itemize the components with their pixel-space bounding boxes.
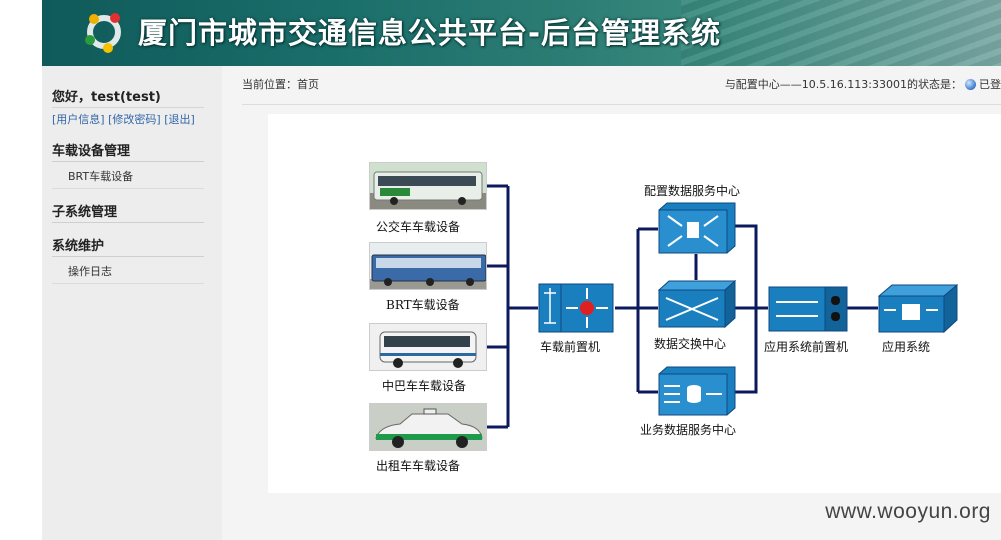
app-front-processor-label: 应用系统前置机	[764, 340, 849, 354]
user-info-link[interactable]: [用户信息]	[52, 113, 105, 126]
sidebar-section-vehicle-devices[interactable]: 车载设备管理	[52, 140, 204, 162]
sidebar: 您好，test(test) [用户信息] [修改密码] [退出] 车载设备管理 …	[42, 66, 222, 540]
status-dot-icon	[965, 79, 976, 90]
bus-device-label: 公交车车载设备	[376, 220, 461, 234]
sidebar-section-maintenance[interactable]: 系统维护	[52, 235, 204, 257]
connection-status: 与配置中心——10.5.16.113:33001的状态是： 已登	[725, 76, 1001, 92]
vehicle-front-processor-icon	[538, 283, 614, 333]
watermark: www.wooyun.org	[825, 500, 991, 523]
sidebar-item-operation-log[interactable]: 操作日志	[52, 257, 204, 284]
left-margin	[0, 0, 42, 540]
taxi-image	[369, 403, 487, 451]
data-exchange-center-icon	[658, 280, 736, 328]
vehicle-front-processor-label: 车载前置机	[540, 340, 601, 354]
config-center-label: 配置数据服务中心	[644, 184, 741, 198]
business-data-center-icon	[658, 366, 736, 416]
minibus-image	[369, 323, 487, 371]
app-title: 厦门市城市交通信息公共平台-后台管理系统	[138, 16, 722, 50]
taxi-device-label: 出租车车载设备	[376, 459, 461, 473]
app-front-processor-icon	[768, 286, 848, 332]
greeting: 您好，test(test)	[52, 86, 204, 108]
business-data-center-label: 业务数据服务中心	[640, 423, 737, 437]
user-links: [用户信息] [修改密码] [退出]	[52, 111, 204, 127]
banner-road-image	[681, 0, 1001, 66]
brt-device-label: BRT车载设备	[386, 298, 460, 312]
main-area: 当前位置：首页 与配置中心——10.5.16.113:33001的状态是： 已登	[222, 66, 1001, 540]
config-data-center-icon	[658, 202, 736, 254]
app-system-icon	[878, 284, 958, 334]
app-system-label: 应用系统	[882, 340, 931, 354]
logout-link[interactable]: [退出]	[164, 113, 195, 126]
minibus-device-label: 中巴车车载设备	[382, 379, 467, 393]
brt-image	[369, 242, 487, 290]
breadcrumb: 当前位置：首页	[242, 78, 319, 91]
data-exchange-center-label: 数据交换中心	[654, 337, 727, 351]
sidebar-item-brt-devices[interactable]: BRT车载设备	[52, 162, 204, 189]
status-text: 与配置中心——10.5.16.113:33001的状态是：	[724, 78, 962, 91]
status-value: 已登	[979, 78, 1001, 91]
bus-image	[369, 162, 487, 210]
divider	[242, 104, 1001, 105]
header-banner: 厦门市城市交通信息公共平台-后台管理系统	[42, 0, 1001, 66]
sidebar-section-subsystems[interactable]: 子系统管理	[52, 201, 204, 223]
logo-icon	[85, 13, 121, 53]
architecture-diagram: 公交车车载设备 BRT车载设备 中巴车车载设备 出租车车载设备 车载前置机 配置…	[268, 114, 1001, 493]
change-password-link[interactable]: [修改密码]	[108, 113, 161, 126]
